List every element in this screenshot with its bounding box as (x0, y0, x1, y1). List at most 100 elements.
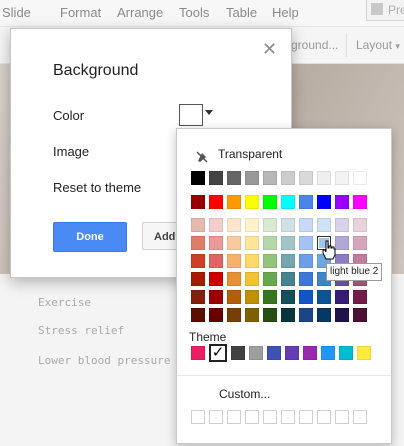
color-swatch[interactable] (191, 272, 205, 286)
color-swatch[interactable] (299, 195, 313, 209)
layout-button[interactable]: Layout ▾ (356, 38, 400, 52)
color-swatch[interactable] (281, 218, 295, 232)
theme-color-swatch[interactable] (285, 346, 299, 360)
color-swatch[interactable] (227, 272, 241, 286)
color-swatch[interactable] (209, 272, 223, 286)
color-swatch[interactable] (227, 308, 241, 322)
color-swatch[interactable] (191, 171, 205, 185)
color-swatch[interactable] (245, 195, 259, 209)
custom-color-slot[interactable] (353, 410, 367, 424)
color-swatch[interactable] (209, 236, 223, 250)
theme-color-swatch[interactable] (339, 346, 353, 360)
custom-color-slot[interactable] (281, 410, 295, 424)
theme-color-swatch[interactable] (303, 346, 317, 360)
color-swatch[interactable] (353, 195, 367, 209)
custom-color-slot[interactable] (227, 410, 241, 424)
theme-color-swatch[interactable] (191, 346, 205, 360)
color-swatch[interactable] (209, 254, 223, 268)
color-swatch[interactable] (281, 236, 295, 250)
custom-color-slot[interactable] (335, 410, 349, 424)
color-swatch[interactable] (263, 254, 277, 268)
color-swatch[interactable] (335, 171, 349, 185)
menu-slide[interactable]: Slide (2, 5, 31, 20)
color-swatch[interactable] (353, 218, 367, 232)
custom-color-option[interactable]: Custom... (219, 387, 270, 401)
color-swatch[interactable] (209, 290, 223, 304)
color-swatch[interactable] (281, 171, 295, 185)
color-swatch[interactable] (299, 254, 313, 268)
color-swatch[interactable] (299, 290, 313, 304)
custom-color-slot[interactable] (209, 410, 223, 424)
color-swatch[interactable] (335, 195, 349, 209)
color-swatch[interactable] (191, 236, 205, 250)
color-swatch[interactable] (281, 308, 295, 322)
color-swatch[interactable] (281, 290, 295, 304)
custom-color-slot[interactable] (317, 410, 331, 424)
theme-color-swatch[interactable] (249, 346, 263, 360)
color-swatch[interactable] (227, 195, 241, 209)
color-swatch[interactable] (245, 236, 259, 250)
color-swatch[interactable] (281, 254, 295, 268)
selected-theme-swatch[interactable]: ✓ (209, 344, 227, 362)
color-swatch[interactable] (353, 290, 367, 304)
custom-color-slot[interactable] (263, 410, 277, 424)
color-swatch[interactable] (227, 171, 241, 185)
menu-tools[interactable]: Tools (179, 5, 209, 20)
color-swatch[interactable] (335, 236, 349, 250)
color-swatch[interactable] (227, 236, 241, 250)
color-swatch[interactable] (245, 290, 259, 304)
color-swatch[interactable] (299, 218, 313, 232)
color-swatch[interactable] (335, 290, 349, 304)
menu-table[interactable]: Table (226, 5, 257, 20)
color-swatch[interactable] (227, 290, 241, 304)
color-swatch[interactable] (191, 308, 205, 322)
color-swatch[interactable] (245, 254, 259, 268)
color-swatch[interactable] (245, 308, 259, 322)
color-swatch[interactable] (245, 272, 259, 286)
color-swatch[interactable] (317, 308, 331, 322)
color-swatch[interactable] (263, 195, 277, 209)
theme-color-swatch[interactable] (231, 346, 245, 360)
menu-format[interactable]: Format (60, 5, 101, 20)
custom-color-slot[interactable] (299, 410, 313, 424)
color-swatch[interactable] (191, 218, 205, 232)
color-swatch[interactable] (263, 218, 277, 232)
menu-help[interactable]: Help (272, 5, 299, 20)
custom-color-slot[interactable] (245, 410, 259, 424)
color-swatch[interactable] (191, 195, 205, 209)
color-swatch[interactable] (335, 218, 349, 232)
color-swatch[interactable] (263, 272, 277, 286)
color-swatch[interactable] (263, 236, 277, 250)
color-swatch[interactable] (353, 171, 367, 185)
theme-color-swatch[interactable] (267, 346, 281, 360)
color-swatch[interactable] (245, 171, 259, 185)
custom-color-slot[interactable] (191, 410, 205, 424)
reset-to-theme-label[interactable]: Reset to theme (53, 180, 141, 195)
present-button[interactable]: Pre (366, 0, 404, 21)
color-swatch[interactable] (299, 308, 313, 322)
caret-down-icon[interactable] (205, 110, 213, 115)
color-swatch[interactable] (317, 218, 331, 232)
theme-color-swatch[interactable] (357, 346, 371, 360)
color-swatch[interactable] (281, 272, 295, 286)
transparent-option[interactable]: Transparent (218, 147, 282, 161)
color-swatch[interactable] (299, 171, 313, 185)
color-swatch[interactable] (227, 254, 241, 268)
color-swatch[interactable] (317, 195, 331, 209)
close-icon[interactable]: ✕ (262, 39, 277, 60)
color-swatch[interactable] (353, 308, 367, 322)
color-swatch[interactable] (299, 236, 313, 250)
color-swatch[interactable] (263, 290, 277, 304)
color-swatch[interactable] (353, 236, 367, 250)
color-swatch[interactable] (263, 171, 277, 185)
color-swatch[interactable] (317, 171, 331, 185)
background-toolbar-button[interactable]: ground... (291, 38, 338, 52)
color-picker-button[interactable] (179, 104, 203, 126)
menu-arrange[interactable]: Arrange (117, 5, 163, 20)
color-swatch[interactable] (335, 308, 349, 322)
color-swatch[interactable] (227, 218, 241, 232)
color-swatch[interactable] (209, 195, 223, 209)
color-swatch[interactable] (299, 272, 313, 286)
theme-color-swatch[interactable] (321, 346, 335, 360)
color-swatch[interactable] (245, 218, 259, 232)
